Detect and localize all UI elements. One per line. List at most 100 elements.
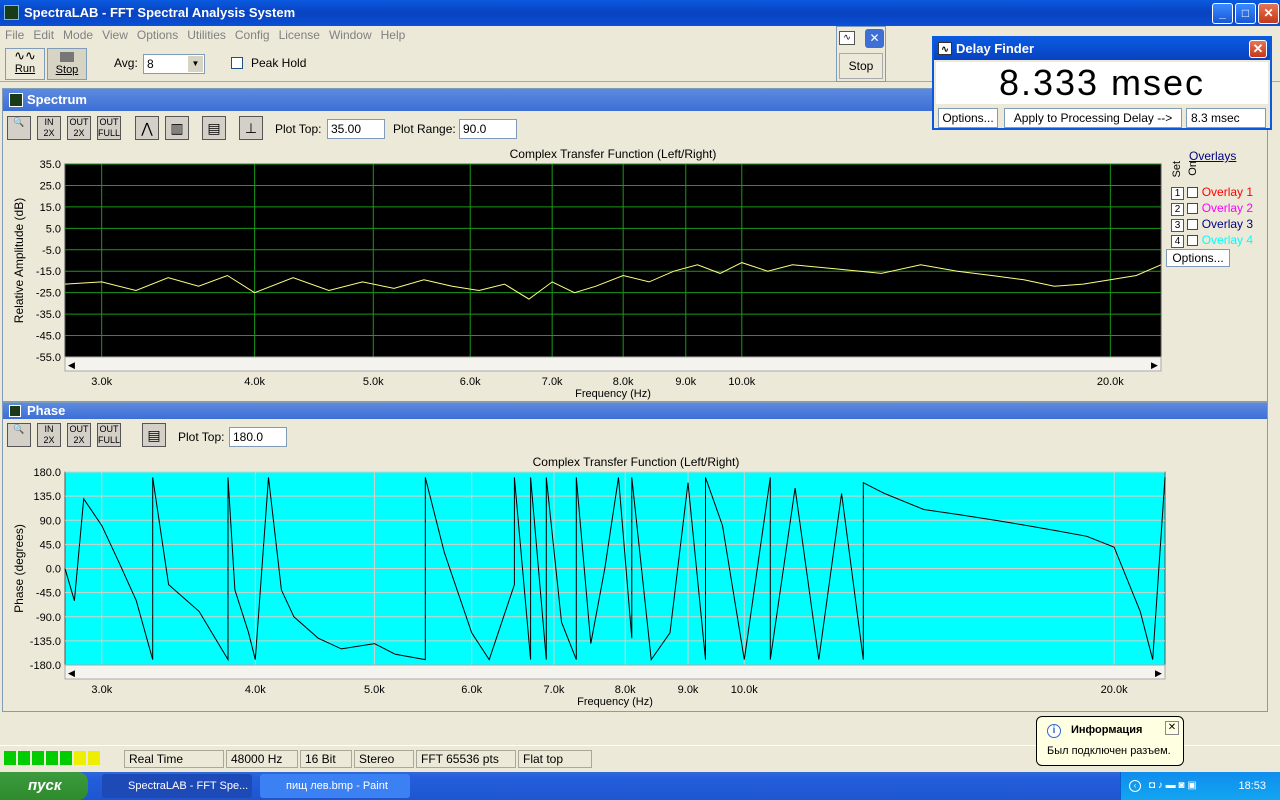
avg-select[interactable]: 8 ▼: [143, 54, 205, 74]
status-bits: 16 Bit: [300, 750, 352, 768]
tray-icons[interactable]: ◘ ♪ ▬ ◙ ▣: [1149, 781, 1229, 791]
taskbar: пуск SpectraLAB - FFT Spe... пищ лев.bmp…: [0, 772, 1280, 800]
notification-balloon[interactable]: i Информация ✕ Был подключен разъем.: [1036, 716, 1184, 766]
chevron-left-icon[interactable]: ‹: [1129, 780, 1141, 792]
apply-delay-button[interactable]: Apply to Processing Delay -->: [1004, 108, 1182, 128]
app-titlebar: SpectraLAB - FFT Spectral Analysis Syste…: [0, 0, 1280, 26]
avg-value: 8: [147, 57, 154, 71]
y-tick-label: -180.0: [30, 660, 61, 672]
phase-chart[interactable]: 180.0 135.0 90.0 45.0 0.0 -45.0 -90.0 -135.0 -18…: [3, 467, 1173, 712]
overlay-set-button[interactable]: 2: [1171, 203, 1184, 216]
x-tick-label: 7.0k: [542, 376, 563, 388]
status-rate: 48000 Hz: [226, 750, 298, 768]
menu-config[interactable]: Config: [230, 26, 274, 42]
x-tick-label: 9.0k: [675, 376, 696, 388]
overlay-row: 2 Overlay 2: [1171, 201, 1253, 216]
close-icon[interactable]: ✕: [1249, 40, 1267, 58]
menu-options[interactable]: Options: [132, 26, 182, 42]
y-tick-label: 35.0: [40, 159, 61, 171]
stop-icon: [60, 52, 74, 62]
stop-toolbar-button[interactable]: Stop: [47, 48, 87, 80]
stop-button[interactable]: Stop: [839, 53, 883, 79]
menu-file[interactable]: File: [0, 26, 28, 42]
y-tick-label: 0.0: [46, 564, 61, 576]
phase-settings-icon[interactable]: ▤: [142, 423, 166, 447]
close-icon[interactable]: ✕: [865, 29, 884, 48]
menu-window[interactable]: Window: [324, 26, 376, 42]
overlay-checkbox[interactable]: [1187, 219, 1199, 231]
overlay-label: Overlay 1: [1201, 185, 1254, 199]
spectrum-chart[interactable]: 35.0 25.0 15.0 5.0 -5.0 -15.0 -25.0 -35.0 -45.0 -…: [3, 159, 1169, 404]
x-tick-label: 8.0k: [613, 376, 634, 388]
plot-top-input[interactable]: 35.00: [327, 119, 385, 139]
processing-delay-field[interactable]: 8.3 msec: [1186, 108, 1266, 128]
balloon-text: Был подключен разъем.: [1047, 745, 1171, 757]
overlay-options-button[interactable]: Options...: [1166, 249, 1230, 267]
x-tick-label: 5.0k: [364, 684, 385, 696]
set-label: Set: [1171, 161, 1183, 178]
scale-icon[interactable]: ⊥: [239, 116, 263, 140]
x-tick-label: 4.0k: [244, 376, 265, 388]
y-tick-label: 180.0: [33, 467, 61, 479]
wave-icon: ∿: [938, 42, 952, 55]
menu-edit[interactable]: Edit: [28, 26, 58, 42]
x-tick-label: 3.0k: [91, 376, 112, 388]
task-spectralab[interactable]: SpectraLAB - FFT Spe...: [102, 774, 252, 798]
start-label: пуск: [28, 777, 62, 794]
delay-finder-title: Delay Finder: [956, 41, 1035, 56]
x-tick-label: 20.0k: [1101, 684, 1128, 696]
status-fft: FFT 65536 pts: [416, 750, 516, 768]
close-button[interactable]: ✕: [1258, 3, 1279, 24]
overlay-set-button[interactable]: 1: [1171, 187, 1184, 200]
phase-titlebar: Phase: [3, 403, 1267, 419]
bar-plot-icon[interactable]: ▥: [165, 116, 189, 140]
phase-zoom-full-button[interactable]: OUT FULL: [97, 423, 121, 447]
menu-mode[interactable]: Mode: [58, 26, 97, 42]
overlay-checkbox[interactable]: [1187, 235, 1199, 247]
overlay-checkbox[interactable]: [1187, 203, 1199, 215]
run-button[interactable]: ∿∿ Run: [5, 48, 45, 80]
app-icon: [4, 5, 19, 20]
task-paint-label: пищ лев.bmp - Paint: [286, 780, 388, 792]
scroll-right-icon: ▶: [1151, 360, 1158, 370]
x-tick-label: 7.0k: [544, 684, 565, 696]
maximize-button[interactable]: □: [1235, 3, 1256, 24]
minimize-button[interactable]: _: [1212, 3, 1233, 24]
horizontal-scrollbar: [64, 356, 1162, 372]
settings-icon[interactable]: ▤: [202, 116, 226, 140]
peak-hold-checkbox[interactable]: [231, 57, 243, 69]
zoom-full-button[interactable]: OUT FULL: [97, 116, 121, 140]
menu-help[interactable]: Help: [376, 26, 410, 42]
plot-top-value: 35.00: [331, 122, 362, 136]
zoom-in-button[interactable]: IN 2X: [37, 116, 61, 140]
plot-range-input[interactable]: 90.0: [459, 119, 517, 139]
y-tick-label: 135.0: [33, 491, 61, 503]
y-tick-label: 25.0: [40, 180, 61, 192]
close-icon[interactable]: ✕: [1165, 721, 1179, 735]
overlay-checkbox[interactable]: [1187, 187, 1199, 199]
phase-plot-top-input[interactable]: 180.0: [229, 427, 287, 447]
task-paint[interactable]: пищ лев.bmp - Paint: [260, 774, 410, 798]
start-button[interactable]: пуск: [0, 772, 88, 800]
phase-title: Phase: [27, 403, 66, 418]
phase-plot-top-value: 180.0: [233, 430, 264, 444]
menu-view[interactable]: View: [97, 26, 132, 42]
menu-license[interactable]: License: [274, 26, 324, 42]
overlay-set-button[interactable]: 4: [1171, 235, 1184, 248]
delay-options-button[interactable]: Options...: [938, 108, 998, 128]
line-plot-icon[interactable]: ⋀: [135, 116, 159, 140]
y-tick-label: 5.0: [46, 223, 61, 235]
x-tick-label: 6.0k: [460, 376, 481, 388]
status-channels: Stereo: [354, 750, 414, 768]
window-title: SpectraLAB - FFT Spectral Analysis Syste…: [24, 5, 296, 20]
phase-zoom-out-button[interactable]: OUT 2X: [67, 423, 91, 447]
run-label: Run: [14, 63, 36, 75]
zoom-magnifier-icon[interactable]: 🔍: [7, 116, 31, 140]
menu-utilities[interactable]: Utilities: [182, 26, 230, 42]
wave-icon: ∿: [839, 31, 855, 45]
phase-zoom-magnifier-icon[interactable]: 🔍: [7, 423, 31, 447]
horizontal-scrollbar: [64, 664, 1166, 680]
zoom-out-button[interactable]: OUT 2X: [67, 116, 91, 140]
overlay-set-button[interactable]: 3: [1171, 219, 1184, 232]
phase-zoom-in-button[interactable]: IN 2X: [37, 423, 61, 447]
